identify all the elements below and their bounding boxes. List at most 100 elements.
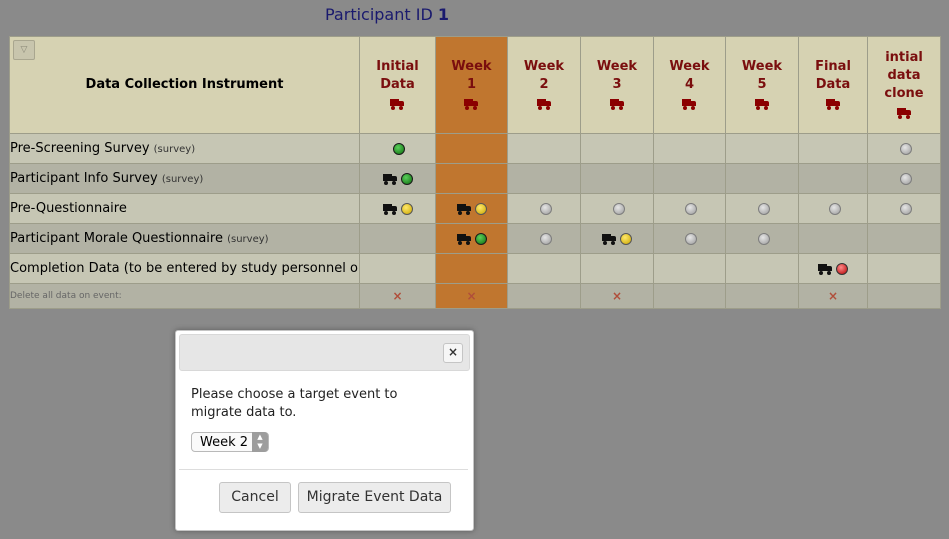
cancel-button[interactable]: Cancel <box>219 482 291 513</box>
status-circle-icon[interactable] <box>899 142 912 155</box>
migrate-event-data-button[interactable]: Migrate Event Data <box>298 482 451 513</box>
truck-icon[interactable] <box>818 263 833 275</box>
delete-cell <box>653 283 726 309</box>
event-cell <box>580 253 654 284</box>
participant-id-value: 1 <box>437 5 450 24</box>
event-cell[interactable] <box>580 193 654 224</box>
event-cell[interactable] <box>435 223 508 254</box>
event-cell <box>725 253 799 284</box>
truck-icon[interactable] <box>382 203 398 215</box>
event-cell[interactable] <box>359 193 436 224</box>
event-cell[interactable] <box>725 193 799 224</box>
truck-icon[interactable] <box>536 99 552 110</box>
status-circle-icon[interactable] <box>899 172 912 185</box>
event-cell <box>653 163 726 194</box>
status-circle-icon[interactable] <box>393 142 405 155</box>
event-cell[interactable] <box>798 193 868 224</box>
event-cell <box>359 223 436 254</box>
truck-icon[interactable] <box>896 108 912 119</box>
event-cell[interactable] <box>867 163 941 194</box>
event-cell <box>435 253 508 284</box>
event-cell <box>435 163 508 194</box>
target-event-select-value: Week 2 <box>200 435 249 450</box>
event-header-1: Initial Data <box>359 36 436 134</box>
status-circle-icon[interactable] <box>400 172 413 185</box>
delete-x-icon[interactable]: × <box>828 289 838 303</box>
delete-cell <box>725 283 799 309</box>
event-cell <box>653 133 726 164</box>
truck-icon[interactable] <box>456 233 472 245</box>
event-cell[interactable] <box>435 193 508 224</box>
status-circle-icon[interactable] <box>757 202 770 215</box>
event-header-text: Week <box>596 59 638 74</box>
status-circle-icon[interactable] <box>828 202 841 215</box>
event-header-text: Initial <box>376 59 419 74</box>
participant-id-heading: Participant ID 1 <box>325 5 449 24</box>
status-circle-icon[interactable] <box>757 232 770 245</box>
status-circle-icon[interactable] <box>474 202 487 215</box>
delete-cell: × <box>435 283 508 309</box>
event-header-3: Week 2 <box>507 36 581 134</box>
instrument-label: Participant Info Survey (survey) <box>9 163 360 194</box>
status-circle-icon[interactable] <box>400 202 413 215</box>
truck-icon[interactable] <box>609 99 625 110</box>
status-circle-icon[interactable] <box>539 202 552 215</box>
status-circle-icon[interactable] <box>612 202 625 215</box>
target-event-select[interactable]: Week 2 ▲ ▼ <box>191 432 269 452</box>
table-row: Completion Data (to be entered by study … <box>9 253 941 284</box>
event-cell <box>725 163 799 194</box>
event-cell[interactable] <box>359 163 436 194</box>
delete-x-icon[interactable]: × <box>612 289 622 303</box>
event-cell[interactable] <box>867 193 941 224</box>
status-circle-icon[interactable] <box>474 232 487 245</box>
table-row: Pre-Screening Survey (survey) <box>9 133 941 164</box>
delete-x-icon[interactable]: × <box>392 289 402 303</box>
event-header-text: intial <box>885 50 923 65</box>
event-cell[interactable] <box>653 193 726 224</box>
status-circle-icon[interactable] <box>539 232 552 245</box>
delete-cell: × <box>798 283 868 309</box>
truck-icon[interactable] <box>682 99 697 110</box>
event-cell[interactable] <box>359 133 436 164</box>
collapse-triangle-icon[interactable]: ▽ <box>13 40 35 60</box>
delete-x-icon[interactable]: × <box>466 289 476 303</box>
event-cell[interactable] <box>580 223 654 254</box>
event-header-text: 4 <box>684 77 695 92</box>
instrument-header-label: Data Collection Instrument <box>85 77 284 92</box>
truck-icon[interactable] <box>464 99 479 110</box>
event-cell[interactable] <box>653 223 726 254</box>
status-circle-icon[interactable] <box>685 232 697 245</box>
status-circle-icon[interactable] <box>685 202 697 215</box>
event-cell <box>867 223 941 254</box>
event-cell[interactable] <box>867 133 941 164</box>
delete-cell: × <box>580 283 654 309</box>
event-header-text: 2 <box>539 77 549 92</box>
delete-row: Delete all data on event: × × × × <box>9 283 941 309</box>
event-cell <box>435 133 508 164</box>
instrument-column-header: ▽ Data Collection Instrument <box>9 36 360 134</box>
status-circle-icon[interactable] <box>620 232 632 245</box>
truck-icon[interactable] <box>456 203 472 215</box>
event-cell <box>798 163 868 194</box>
truck-icon[interactable] <box>382 173 398 185</box>
event-header-text: Week <box>669 59 710 74</box>
status-circle-icon[interactable] <box>899 202 912 215</box>
event-cell[interactable] <box>725 223 799 254</box>
truck-icon[interactable] <box>602 233 617 245</box>
event-cell[interactable] <box>798 253 868 284</box>
participant-id-label: Participant ID <box>325 5 433 24</box>
table-row: Participant Info Survey (survey) <box>9 163 941 194</box>
event-cell <box>507 253 581 284</box>
event-cell[interactable] <box>507 223 581 254</box>
truck-icon[interactable] <box>754 99 770 110</box>
instrument-name: Pre-Screening Survey <box>10 141 150 156</box>
delete-row-label: Delete all data on event: <box>9 283 360 309</box>
event-header-7: Final Data <box>798 36 868 134</box>
truck-icon[interactable] <box>390 99 405 110</box>
event-header-text: 3 <box>612 77 622 92</box>
instrument-type-tag: (survey) <box>161 174 204 185</box>
status-circle-icon[interactable] <box>836 262 848 275</box>
event-cell[interactable] <box>507 193 581 224</box>
truck-icon[interactable] <box>825 99 841 110</box>
close-icon[interactable]: × <box>443 343 463 363</box>
